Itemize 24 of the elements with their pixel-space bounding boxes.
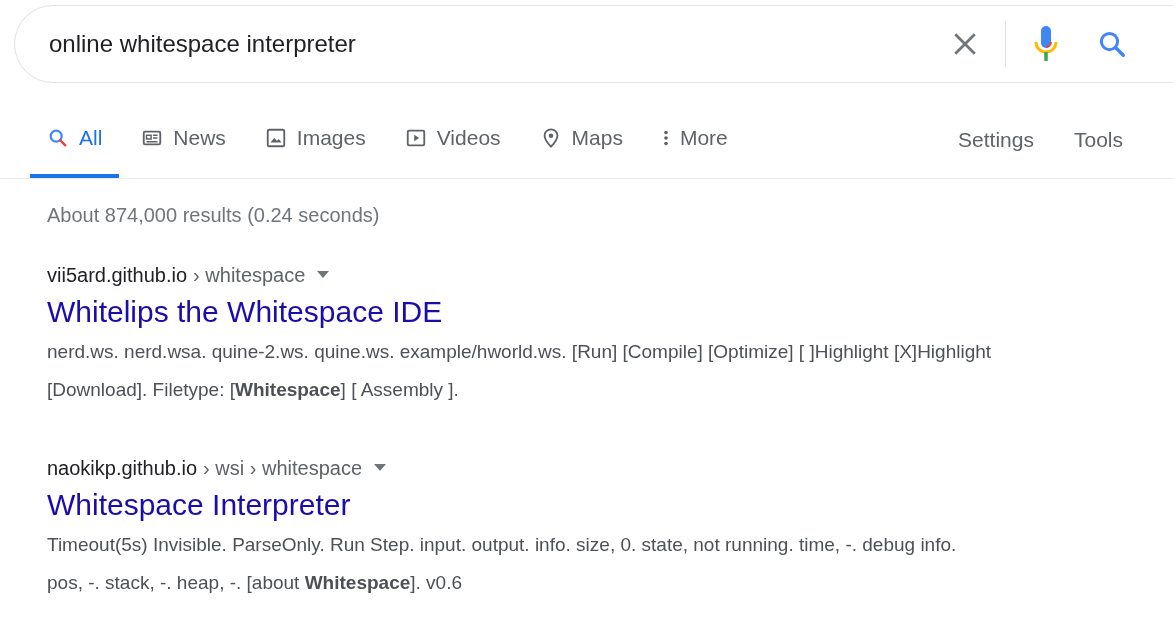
search-tab[interactable]: News [124, 101, 243, 178]
breadcrumb: › whitespace [193, 263, 306, 288]
caret-icon[interactable] [317, 271, 330, 279]
search-tab[interactable]: Maps [522, 101, 640, 178]
result-stats: About 874,000 results (0.24 seconds) [47, 203, 380, 228]
tools-link[interactable]: Settings [958, 101, 1034, 178]
caret-icon[interactable] [374, 464, 387, 472]
microphone-icon[interactable] [1033, 25, 1059, 63]
result-title[interactable]: Whitelips the Whitespace IDE [47, 291, 443, 333]
result-title[interactable]: Whitespace Interpreter [47, 484, 351, 526]
result-snippet: nerd.ws. nerd.wsa. quine-2.ws. quine.ws. example/hworld.ws. [Run] [Compile] [Optimize] [ ]Highlight [X]Highlight [Download]. Filetype: [Whitespace] [ Assembly ]. [47, 340, 993, 402]
breadcrumb: › wsi › whitespace [203, 456, 363, 481]
search-tab[interactable]: Videos [387, 101, 518, 178]
search-tab[interactable]: More [644, 101, 745, 178]
result-domain: naokikp.github.io [47, 456, 198, 481]
tools-link[interactable]: Tools [1073, 101, 1123, 178]
search-icon[interactable] [1097, 29, 1127, 59]
result-snippet: Timeout(5s) Invisible. ParseOnly. Run Step. input. output. info. size, 0. state, not running. time, -. debug info. pos, -. stack, -. heap, -. [about Whitespace]. v0.6 [47, 533, 958, 595]
search-query: online whitespace interpreter [49, 29, 357, 59]
close-icon[interactable] [952, 31, 978, 57]
result-domain: vii5ard.github.io [47, 263, 188, 288]
image-icon [264, 126, 287, 149]
search-tab[interactable]: Images [247, 101, 383, 178]
search-tab[interactable]: All [30, 101, 120, 178]
